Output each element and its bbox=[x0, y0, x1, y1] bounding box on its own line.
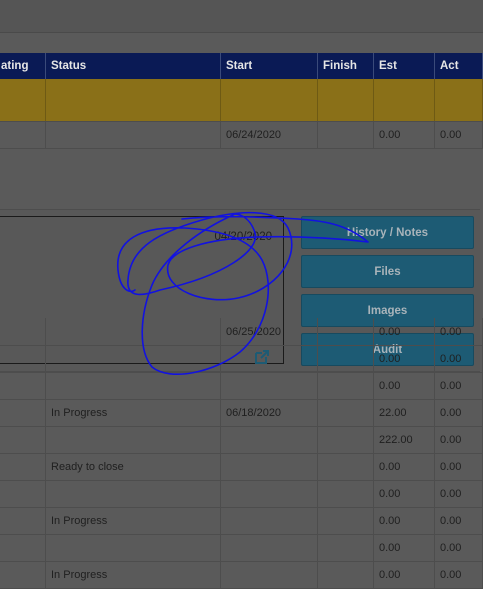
table-cell bbox=[46, 79, 221, 121]
table-cell-start bbox=[221, 507, 318, 534]
table-cell-finish bbox=[318, 534, 374, 561]
table-cell-status bbox=[46, 426, 221, 453]
table-cell-status bbox=[46, 480, 221, 507]
top-toolbar bbox=[0, 0, 483, 33]
table-cell-start bbox=[221, 372, 318, 399]
files-button[interactable]: Files bbox=[301, 255, 474, 288]
table-cell-finish bbox=[318, 507, 374, 534]
column-header-status[interactable]: Status bbox=[46, 53, 221, 79]
column-header-finish[interactable]: Finish bbox=[318, 53, 374, 79]
status-dot-cell bbox=[0, 453, 46, 480]
table-cell-start bbox=[221, 345, 318, 372]
table-row[interactable]: In Progress 0.00 0.00 bbox=[0, 507, 483, 535]
table-cell-finish bbox=[318, 426, 374, 453]
table-row[interactable]: 0.00 0.00 bbox=[0, 345, 483, 373]
table-cell-status: In Progress bbox=[46, 399, 221, 426]
table-cell-est: 222.00 bbox=[374, 426, 435, 453]
table-cell-act: 0.00 bbox=[435, 345, 483, 372]
table-row[interactable]: Ready to close 0.00 0.00 bbox=[0, 453, 483, 481]
table-cell-act: 0.00 bbox=[435, 426, 483, 453]
table-cell-est: 0.00 bbox=[374, 453, 435, 480]
table-cell-est: 0.00 bbox=[374, 372, 435, 399]
column-header-est[interactable]: Est bbox=[374, 53, 435, 79]
table-cell-est: 0.00 bbox=[374, 345, 435, 372]
table-cell-est: 0.00 bbox=[374, 507, 435, 534]
status-dot-cell bbox=[0, 507, 46, 534]
status-dot-cell bbox=[0, 318, 46, 345]
table-cell-est: 0.00 bbox=[374, 318, 435, 345]
table-cell bbox=[374, 79, 435, 121]
table-cell-est: 0.00 bbox=[374, 534, 435, 561]
table-header-row: ating Status Start Finish Est Act bbox=[0, 53, 483, 80]
table-cell-finish bbox=[318, 372, 374, 399]
table-cell-status bbox=[46, 345, 221, 372]
table-cell-est: 0.00 bbox=[374, 121, 435, 148]
table-cell-status: In Progress bbox=[46, 507, 221, 534]
table-cell-status bbox=[46, 121, 221, 148]
table-row-highlighted[interactable] bbox=[0, 79, 483, 122]
table-cell-finish bbox=[318, 345, 374, 372]
status-dot-cell bbox=[0, 534, 46, 561]
table-cell-finish bbox=[318, 399, 374, 426]
table-cell-finish bbox=[318, 318, 374, 345]
table-cell-status bbox=[46, 318, 221, 345]
table-row[interactable]: 06/25/2020 0.00 0.00 bbox=[0, 318, 483, 346]
table-row[interactable]: 0.00 0.00 bbox=[0, 480, 483, 508]
table-cell-status bbox=[46, 534, 221, 561]
status-dot-cell bbox=[0, 480, 46, 507]
table-cell-act: 0.00 bbox=[435, 399, 483, 426]
status-dot-cell bbox=[0, 399, 46, 426]
status-dot-cell bbox=[0, 345, 46, 372]
table-row[interactable]: In Progress 06/18/2020 22.00 0.00 bbox=[0, 399, 483, 427]
status-dot-cell bbox=[0, 426, 46, 453]
table-cell-est: 22.00 bbox=[374, 399, 435, 426]
table-cell-finish bbox=[318, 480, 374, 507]
table-cell-act: 0.00 bbox=[435, 507, 483, 534]
status-dot-cell bbox=[0, 121, 46, 148]
table-cell bbox=[318, 79, 374, 121]
table-cell-start: 06/24/2020 bbox=[221, 121, 318, 148]
table-cell-start bbox=[221, 453, 318, 480]
table-cell-act: 0.00 bbox=[435, 534, 483, 561]
table-cell-start bbox=[221, 426, 318, 453]
table-row[interactable]: 06/24/2020 0.00 0.00 bbox=[0, 121, 483, 149]
table-cell bbox=[0, 79, 46, 121]
table-cell-finish bbox=[318, 121, 374, 148]
table-row[interactable]: 0.00 0.00 bbox=[0, 372, 483, 400]
table-cell-finish bbox=[318, 453, 374, 480]
column-header-act[interactable]: Act bbox=[435, 53, 483, 79]
detail-date: 04/20/2020 bbox=[214, 231, 272, 243]
table-cell-start bbox=[221, 480, 318, 507]
table-cell-act: 0.00 bbox=[435, 372, 483, 399]
table-cell-start bbox=[221, 534, 318, 561]
table-cell-est: 0.00 bbox=[374, 480, 435, 507]
column-header-rating[interactable]: ating bbox=[0, 53, 46, 79]
table-row[interactable]: In Progress 0.00 0.00 bbox=[0, 561, 483, 589]
table-cell-act: 0.00 bbox=[435, 480, 483, 507]
table-row[interactable]: 222.00 0.00 bbox=[0, 426, 483, 454]
status-dot-cell bbox=[0, 372, 46, 399]
table-row[interactable]: 0.00 0.00 bbox=[0, 534, 483, 562]
table-cell bbox=[435, 79, 483, 121]
table-cell-status: Ready to close bbox=[46, 453, 221, 480]
table-cell-act: 0.00 bbox=[435, 453, 483, 480]
table-cell-act: 0.00 bbox=[435, 318, 483, 345]
history-notes-button[interactable]: History / Notes bbox=[301, 216, 474, 249]
table-cell-start: 06/25/2020 bbox=[221, 318, 318, 345]
table-cell bbox=[221, 79, 318, 121]
column-header-start[interactable]: Start bbox=[221, 53, 318, 79]
table-cell-act: 0.00 bbox=[435, 121, 483, 148]
table-cell-start: 06/18/2020 bbox=[221, 399, 318, 426]
table-cell-status bbox=[46, 372, 221, 399]
